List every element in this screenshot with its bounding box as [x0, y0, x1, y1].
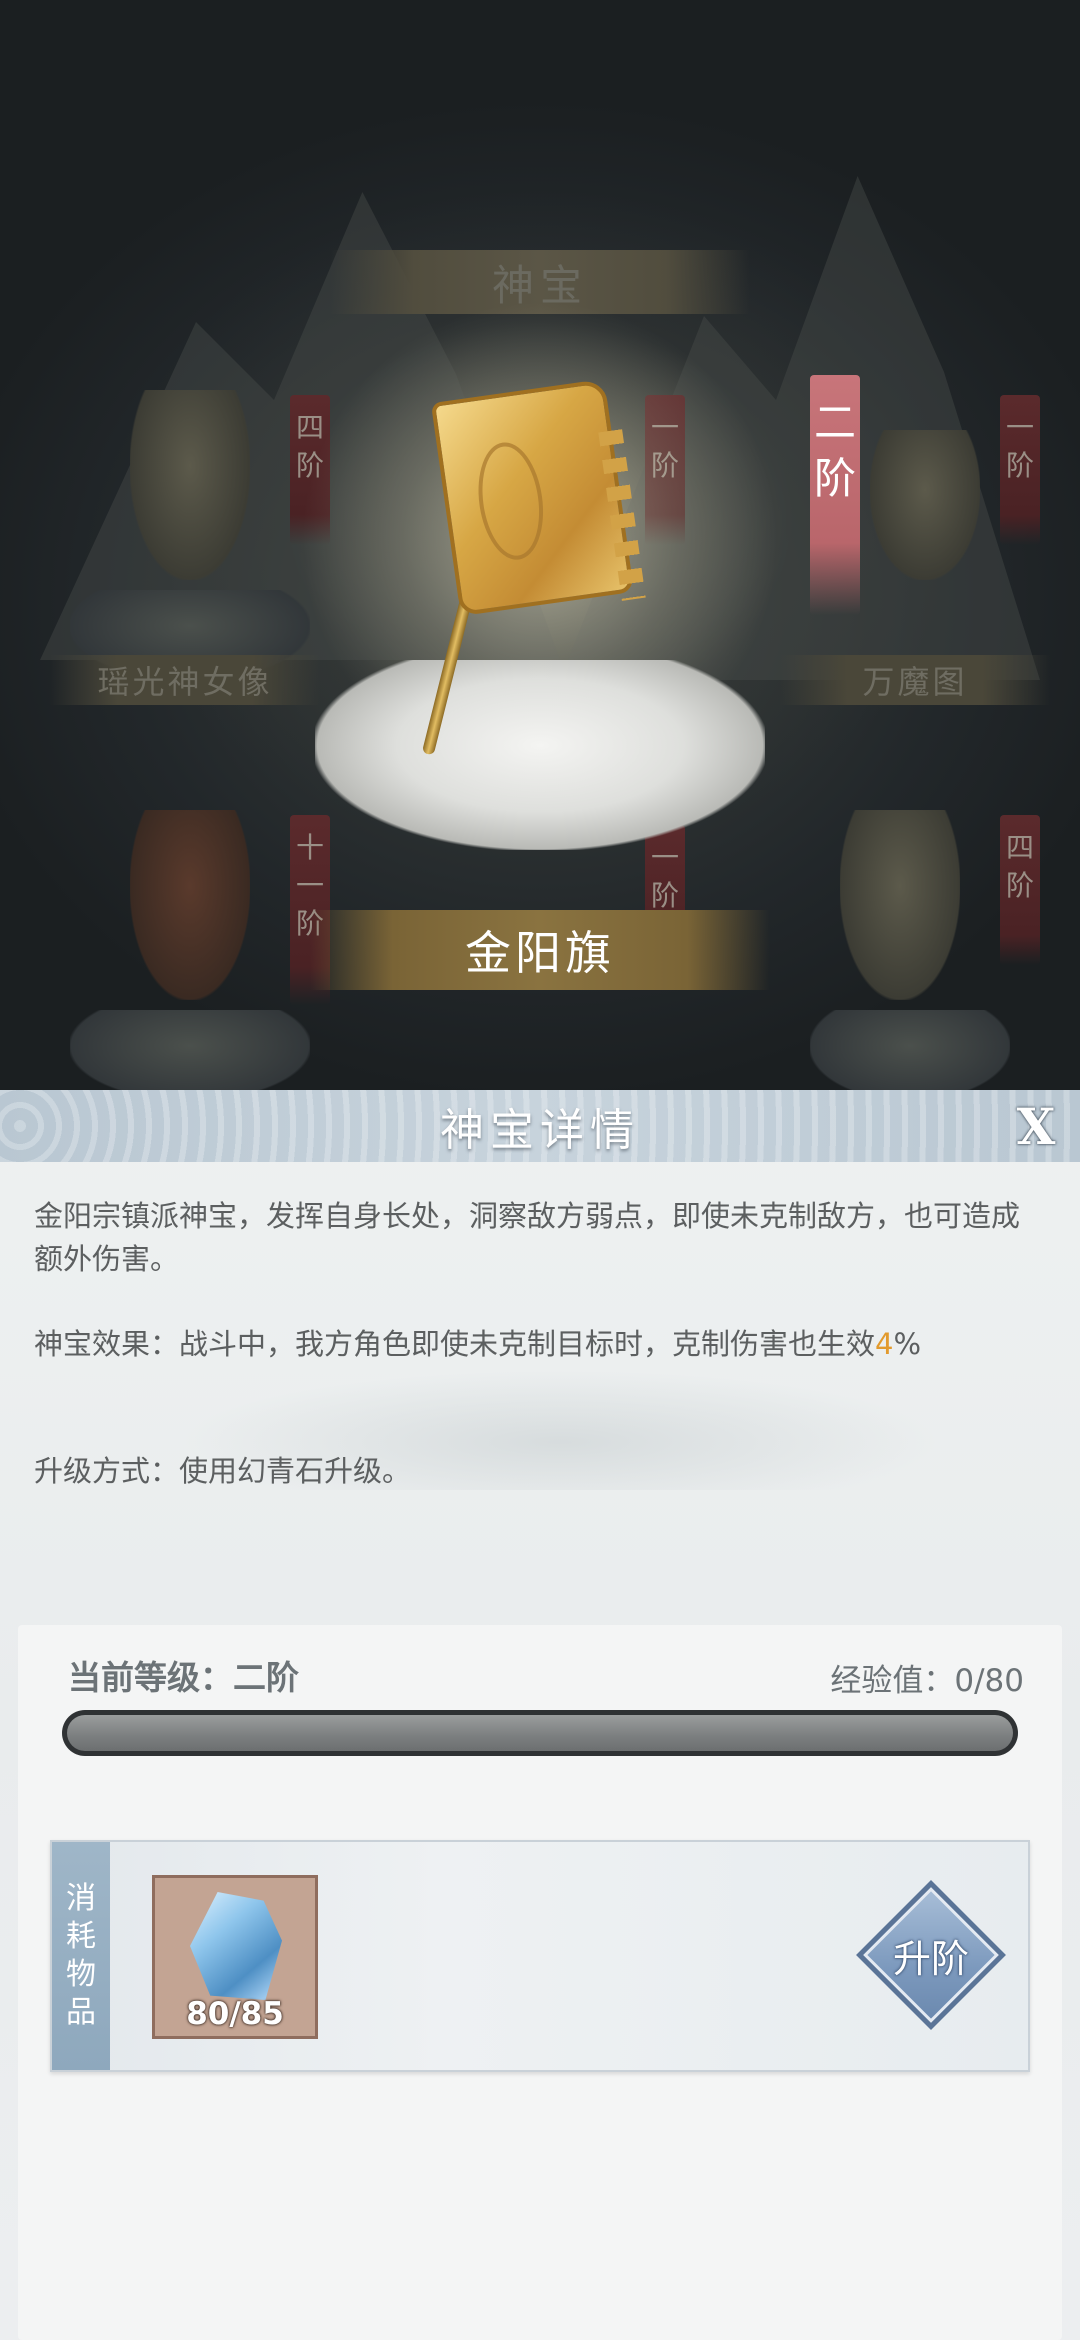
- treasure-detail-panel: 神宝详情 X 金阳宗镇派神宝，发挥自身长处，洞察敌方弱点，即使未克制敌方，也可造…: [0, 1090, 1080, 2340]
- tier-tag: 四 阶: [1000, 815, 1040, 965]
- upgrade-button[interactable]: 升阶: [856, 1880, 1006, 2030]
- treasure-name-plate: 万魔图: [780, 655, 1050, 705]
- statue-icon: [130, 390, 250, 580]
- experience-value: 经验值：0/80: [830, 1663, 1024, 1699]
- golden-flag-icon[interactable]: [430, 378, 635, 617]
- treasure-card[interactable]: [60, 800, 320, 1090]
- upgrade-method: 升级方式：使用幻青石升级。: [34, 1454, 412, 1488]
- tier-tag-active: 二 阶: [810, 375, 860, 615]
- upgrade-label: 升阶: [892, 1936, 969, 1981]
- consumables-tab: 消 耗 物 品: [52, 1842, 110, 2070]
- level-section: 当前等级：二阶 经验值：0/80 消 耗 物 品 80/85 升阶: [18, 1625, 1062, 2340]
- effect-value: 4: [875, 1327, 894, 1361]
- treasure-name-plate: 瑶光神女像: [50, 655, 320, 705]
- treasure-card[interactable]: [800, 800, 1020, 1090]
- material-slot[interactable]: 80/85: [152, 1875, 318, 2039]
- fire-spirit-icon: [130, 810, 250, 1000]
- current-level: 当前等级：二阶: [68, 1658, 299, 1697]
- close-button[interactable]: X: [1010, 1097, 1062, 1156]
- lotus-pedestal: [810, 1010, 1010, 1090]
- panel-header: 神宝详情 X: [0, 1090, 1080, 1162]
- consumables-box: 消 耗 物 品 80/85 升阶: [50, 1840, 1030, 2072]
- treasure-scene: 神宝 四 阶 瑶光神女像 一 阶 二 阶 一 阶 万魔图 十 一 阶 一: [0, 0, 1080, 1090]
- panel-title: 神宝详情: [440, 1105, 640, 1156]
- lotus-pedestal: [70, 1010, 310, 1090]
- close-icon: X: [1016, 1096, 1056, 1156]
- treasure-description: 金阳宗镇派神宝，发挥自身长处，洞察敌方弱点，即使未克制敌方，也可造成额外伤害。: [34, 1199, 1021, 1276]
- treasure-card[interactable]: [60, 380, 320, 680]
- lantern-icon: [840, 810, 960, 1000]
- crystal-icon: [190, 1892, 282, 2000]
- experience-track: [67, 1715, 1013, 1751]
- featured-name-plate: 金阳旗: [310, 910, 770, 990]
- scroll-icon: [870, 430, 980, 580]
- featured-lotus-pedestal: [315, 660, 765, 850]
- material-count: 80/85: [186, 1996, 284, 2032]
- experience-bar: [62, 1710, 1018, 1756]
- tier-tag: 一 阶: [1000, 395, 1040, 545]
- featured-name: 金阳旗: [465, 926, 615, 980]
- treasure-effect: 神宝效果：战斗中，我方角色即使未克制目标时，克制伤害也生效4%: [34, 1327, 922, 1361]
